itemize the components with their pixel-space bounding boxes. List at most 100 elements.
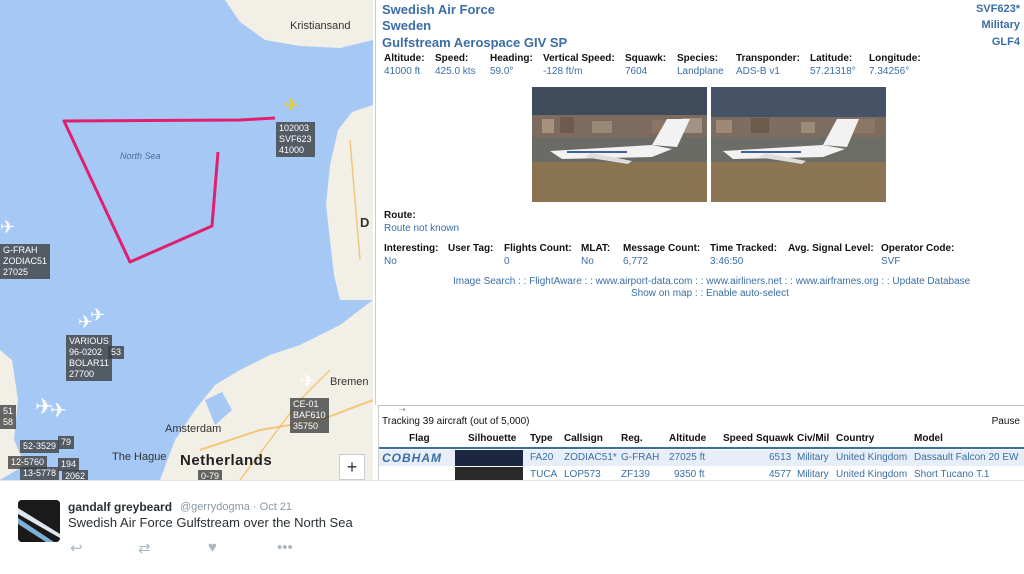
place-the-hague: The Hague (112, 451, 167, 463)
cell-type: FA20 (530, 452, 554, 463)
cell-country: United Kingdom (836, 469, 908, 480)
plane-label-cluster: 79 (58, 436, 75, 449)
like-icon[interactable]: ♥ (208, 539, 217, 556)
col-speed[interactable]: Speed (723, 433, 753, 444)
table-row[interactable]: TUCA LOP573 ZF139 9350 ft 4577 Military … (379, 467, 1024, 480)
col-altitude[interactable]: Altitude (669, 433, 706, 444)
cell-altitude: 27025 ft (669, 452, 706, 463)
tweet[interactable]: gandalf greybeard @gerrydogma · Oct 21 S… (0, 480, 1024, 574)
cell-squawk: 4577 (769, 469, 792, 480)
cell-model: Short Tucano T.1 (914, 469, 990, 480)
message-count-value: 6,772 (623, 256, 649, 267)
avg-signal-label: Avg. Signal Level: (788, 243, 874, 254)
heading-value: 59.0° (490, 66, 514, 77)
plane-label-cluster: 52-3529 (20, 440, 60, 453)
flight-track (62, 116, 276, 264)
user-tag-label: User Tag: (448, 243, 494, 254)
cell-type: TUCA (530, 469, 558, 480)
plane-label-cluster: 2062 (62, 470, 89, 480)
aircraft-type-name: Gulfstream Aerospace GIV SP (382, 35, 568, 50)
species-value: Landplane (677, 66, 724, 77)
reply-icon[interactable]: ↩ (70, 539, 83, 557)
place-netherlands: Netherlands (180, 452, 273, 469)
flights-count-value: 0 (504, 256, 510, 267)
plane-label-various[interactable]: VARIOUS 96-0202 BOLAR11 27700 (66, 335, 112, 381)
table-row[interactable]: COBHAM FA20 ZODIAC51* G-FRAH 27025 ft 65… (379, 450, 1024, 466)
squawk-value: 7604 (625, 66, 648, 77)
col-type[interactable]: Type (530, 433, 553, 444)
speed-value: 425.0 kts (435, 66, 476, 77)
silhouette-icon (455, 467, 523, 480)
selected-plane-icon[interactable]: ✈ (284, 96, 299, 114)
place-north-sea: North Sea (120, 151, 161, 161)
plane-label-ce01[interactable]: CE-01 BAF610 35750 (290, 398, 329, 433)
longitude-value: 7.34256° (869, 66, 910, 77)
place-bremen: Bremen (330, 376, 369, 388)
col-callsign[interactable]: Callsign (564, 433, 603, 444)
plane-label-left: 51 58 (0, 405, 17, 429)
aircraft-info-panel: Swedish Air Force Sweden Gulfstream Aero… (375, 0, 1024, 405)
species-label: Species: (677, 53, 719, 64)
plane-icon[interactable]: ✈ (90, 306, 105, 324)
latitude-value: 57.21318° (810, 66, 856, 77)
tweet-text: Swedish Air Force Gulfstream over the No… (68, 515, 353, 530)
route-label: Route: (384, 210, 416, 221)
place-d: D (360, 215, 370, 230)
silhouette-icon (455, 450, 523, 466)
cell-country: United Kingdom (836, 452, 908, 463)
category-value: Military (981, 19, 1020, 31)
aircraft-photo[interactable] (532, 87, 707, 202)
resize-handle[interactable]: ⇢ (399, 406, 406, 414)
altitude-label: Altitude: (384, 53, 425, 64)
plane-icon[interactable]: ✈ (300, 372, 315, 390)
speed-label: Speed: (435, 53, 469, 64)
heading-label: Heading: (490, 53, 533, 64)
mlat-value: No (581, 256, 594, 267)
time-tracked-label: Time Tracked: (710, 243, 778, 254)
plane-icon[interactable]: ✈ (0, 218, 15, 236)
tweet-author-name[interactable]: gandalf greybeard (68, 500, 172, 514)
more-icon[interactable]: ••• (277, 539, 293, 556)
tweet-handle-date[interactable]: @gerrydogma · Oct 21 (180, 501, 292, 513)
map-view[interactable]: Kristiansand North Sea Bremen Amsterdam … (0, 0, 373, 480)
plane-label-cluster: 13-5778 (20, 467, 60, 480)
plane-label-svf623[interactable]: 102003 SVF623 41000 (276, 122, 315, 157)
retweet-icon[interactable]: ⇄ (138, 539, 151, 557)
col-country[interactable]: Country (836, 433, 874, 444)
zoom-in-button[interactable]: + (339, 454, 365, 480)
flights-count-label: Flights Count: (504, 243, 572, 254)
interesting-label: Interesting: (384, 243, 439, 254)
aircraft-photo[interactable] (711, 87, 886, 202)
operator-name: Swedish Air Force (382, 2, 495, 17)
type-code-value: GLF4 (991, 36, 1020, 48)
cell-callsign: ZODIAC51* (564, 452, 617, 463)
plane-label-cluster: 0-79 (198, 470, 223, 480)
latitude-label: Latitude: (810, 53, 853, 64)
plane-icon[interactable]: ✈ (50, 401, 67, 421)
tracking-table: ⇢ Tracking 39 aircraft (out of 5,000) Pa… (378, 405, 1024, 480)
transponder-value: ADS-B v1 (736, 66, 780, 77)
col-squawk[interactable]: Squawk (756, 433, 794, 444)
route-value: Route not known (384, 223, 460, 234)
mlat-label: MLAT: (581, 243, 611, 254)
avatar[interactable] (18, 500, 60, 542)
external-links[interactable]: Image Search : : FlightAware : : www.air… (453, 276, 970, 287)
col-flag[interactable]: Flag (409, 433, 430, 444)
tracking-status: Tracking 39 aircraft (out of 5,000) (382, 416, 530, 427)
col-silhouette[interactable]: Silhouette (468, 433, 516, 444)
pause-button[interactable]: Pause (992, 416, 1020, 427)
country-name: Sweden (382, 18, 432, 33)
col-model[interactable]: Model (914, 433, 943, 444)
col-civmil[interactable]: Civ/Mil (797, 433, 829, 444)
message-count-label: Message Count: (623, 243, 701, 254)
plane-label-various-num: 53 (108, 346, 125, 359)
vertical-speed-value: -128 ft/m (543, 66, 583, 77)
col-reg[interactable]: Reg. (621, 433, 643, 444)
cell-model: Dassault Falcon 20 EW (914, 452, 1019, 463)
map-actions-links[interactable]: Show on map : : Enable auto-select (631, 288, 789, 299)
cell-callsign: LOP573 (564, 469, 601, 480)
plane-label-frah[interactable]: G-FRAH ZODIAC51 27025 (0, 244, 51, 279)
cell-reg: ZF139 (621, 469, 650, 480)
callsign-value: SVF623* (975, 3, 1020, 15)
place-amsterdam: Amsterdam (165, 423, 222, 435)
